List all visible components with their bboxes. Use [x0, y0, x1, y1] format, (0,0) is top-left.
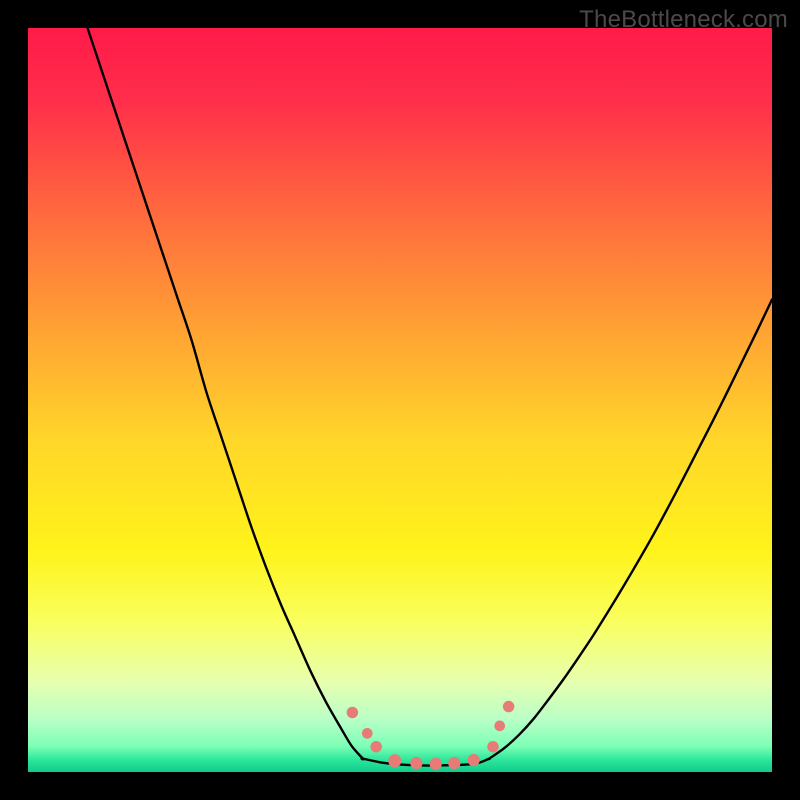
watermark-text: TheBottleneck.com [579, 6, 788, 34]
gradient-background [28, 28, 772, 772]
data-marker [370, 741, 381, 752]
data-marker [503, 701, 514, 712]
data-marker [430, 758, 442, 770]
data-marker [468, 754, 480, 766]
data-marker [487, 741, 498, 752]
data-marker [388, 754, 401, 767]
data-marker [494, 721, 505, 732]
data-marker [448, 757, 460, 769]
plot-area [28, 28, 772, 772]
plot-svg [28, 28, 772, 772]
data-marker [362, 728, 373, 739]
data-marker [347, 707, 358, 718]
chart-frame: TheBottleneck.com [0, 0, 800, 800]
data-marker [410, 757, 422, 769]
